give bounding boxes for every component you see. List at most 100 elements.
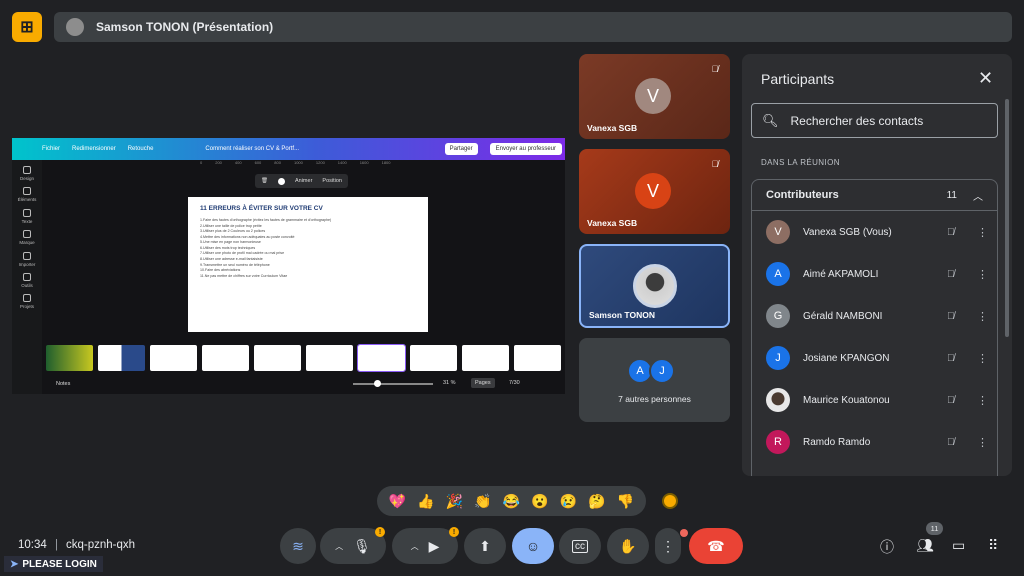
others-tile[interactable]: A J 7 autres personnes <box>579 338 730 422</box>
mic-icon[interactable]: 🎙 <box>353 538 371 555</box>
avatar <box>766 388 790 412</box>
participant-name: Gérald NAMBONI <box>803 310 883 322</box>
chevron-up-icon[interactable]: ︿ <box>335 541 343 552</box>
more-vert-icon[interactable]: ⋮ <box>977 352 988 365</box>
cast-icon: ≋ <box>292 537 304 554</box>
warning-icon: ! <box>449 527 459 537</box>
canva-ruler: 0 200 400 600 800 1000 1200 1400 1600 1800 <box>200 160 391 165</box>
presenter-bar[interactable]: Samson TONON (Présentation) <box>54 12 1012 42</box>
party-reaction[interactable]: 🎉 <box>446 493 463 510</box>
participant-row[interactable]: R Ramdo Ramdo 🎙̸ ⋮ <box>752 421 997 463</box>
slide-thumb <box>46 345 93 371</box>
mic-off-icon: 🎙̸ <box>947 352 955 364</box>
group-name: Contributeurs <box>766 189 839 201</box>
avatar: J <box>766 346 790 370</box>
warning-icon: ! <box>375 527 385 537</box>
mic-off-icon: 🎙̸ <box>947 226 955 238</box>
group-header[interactable]: Contributeurs 11 ︿ <box>752 180 997 211</box>
slide-thumb <box>306 345 353 371</box>
raise-hand-button[interactable]: ✋ <box>607 528 649 564</box>
contributors-group: Contributeurs 11 ︿ V Vanexa SGB (Vous) 🎙… <box>751 179 998 476</box>
close-icon[interactable]: ✕ <box>978 68 993 89</box>
people-icon[interactable]: 👥︎ <box>916 537 934 554</box>
chevron-up-icon[interactable]: ︿ <box>973 188 983 203</box>
canva-menu-file: Fichier <box>42 146 61 152</box>
more-vert-icon[interactable]: ⋮ <box>977 394 988 407</box>
surprised-reaction[interactable]: 😮 <box>531 493 548 510</box>
participant-row[interactable]: V Vanexa SGB (Vous) 🎙̸ ⋮ <box>752 211 997 253</box>
clap-reaction[interactable]: 👏 <box>474 493 491 510</box>
slide-thumb <box>150 345 197 371</box>
canva-pages: Pages <box>471 378 495 388</box>
slide-thumb <box>514 345 561 371</box>
participant-row[interactable]: Maurice Kouatonou 🎙̸ ⋮ <box>752 379 997 421</box>
captions-icon: cc <box>572 539 588 553</box>
presenter-tile[interactable]: Samson TONON <box>579 244 730 328</box>
sad-reaction[interactable]: 😢 <box>560 493 577 510</box>
people-count-badge: 11 <box>926 522 943 535</box>
emoji-button[interactable]: ☺ <box>512 528 554 564</box>
info-icon[interactable]: ⓘ <box>880 537 894 557</box>
thinking-reaction[interactable]: 🤔 <box>588 493 605 510</box>
camera-icon[interactable]: ▶ <box>429 538 440 555</box>
canva-bottom-bar: Notes 31 % Pages 7/30 <box>46 376 565 392</box>
slide-title: 11 ERREURS À ÉVITER SUR VOTRE CV <box>200 205 323 212</box>
laugh-reaction[interactable]: 😂 <box>503 493 520 510</box>
avatar: J <box>649 358 675 384</box>
canva-sidebar: Design Éléments Texte Marque Importer Ou… <box>12 160 42 394</box>
reactions-bar: 💖 👍 🎉 👏 😂 😮 😢 🤔 👎 <box>377 486 646 516</box>
more-vert-icon[interactable]: ⋮ <box>977 268 988 281</box>
avatar: V <box>766 220 790 244</box>
sparkling-heart-reaction[interactable]: 💖 <box>389 493 406 510</box>
chat-icon[interactable]: ▭ <box>952 537 965 554</box>
canva-page-count: 7/30 <box>509 380 520 386</box>
participant-name: Vanexa SGB (Vous) <box>803 226 892 238</box>
login-banner[interactable]: ➤ PLEASE LOGIN <box>4 556 103 572</box>
mic-off-icon: 🎙̸ <box>711 159 719 169</box>
zoom-percent: 31 % <box>443 380 456 386</box>
thumbs-down-reaction[interactable]: 👎 <box>617 493 634 510</box>
presenter-photo <box>633 264 677 308</box>
participant-row[interactable]: J Josiane KPANGON 🎙̸ ⋮ <box>752 337 997 379</box>
presenter-avatar <box>66 18 84 36</box>
thumbs-up-reaction[interactable]: 👍 <box>417 493 434 510</box>
participant-name: Josiane KPANGON <box>803 352 890 364</box>
meeting-code: ckq-pznh-qxh <box>66 539 136 551</box>
more-vert-icon[interactable]: ⋮ <box>977 436 988 449</box>
skin-tone-picker[interactable] <box>662 493 678 509</box>
hand-icon: ✋ <box>619 537 637 554</box>
canva-side-tools: Outils <box>12 272 42 288</box>
panel-scrollbar[interactable] <box>1005 99 1009 337</box>
search-input[interactable] <box>790 113 981 128</box>
color-dot <box>277 177 285 185</box>
leave-call-button[interactable]: ☎ <box>689 528 743 564</box>
search-box[interactable]: 🔍︎ <box>751 103 998 138</box>
notification-dot <box>680 529 688 537</box>
avatar: R <box>766 430 790 454</box>
end-call-icon: ☎ <box>707 537 725 554</box>
present-screen-icon: ⬆ <box>479 537 491 554</box>
canva-slide-tools: 🗑 Animer Position <box>255 174 348 188</box>
section-label: DANS LA RÉUNION <box>761 158 840 167</box>
chevron-up-icon[interactable]: ︿ <box>411 541 419 552</box>
emoji-icon: ☺ <box>525 538 541 554</box>
activities-icon[interactable]: ⠿ <box>988 537 998 554</box>
cast-button[interactable]: ≋ <box>280 528 316 564</box>
participants-panel: Participants ✕ 🔍︎ DANS LA RÉUNION Contri… <box>742 54 1012 476</box>
present-button[interactable]: ⬆ <box>464 528 506 564</box>
participant-row[interactable]: G Gérald NAMBONI 🎙̸ ⋮ <box>752 295 997 337</box>
participant-tile[interactable]: V 🎙̸ Vanexa SGB <box>579 54 730 139</box>
participant-row[interactable]: A Aimé AKPAMOLI 🎙̸ ⋮ <box>752 253 997 295</box>
canva-send-button: Envoyer au professeur <box>489 143 562 155</box>
canva-doc-title: Comment réaliser son CV & Portf... <box>205 146 300 152</box>
more-vert-icon[interactable]: ⋮ <box>977 226 988 239</box>
participant-tile[interactable]: V 🎙̸ Vanexa SGB <box>579 149 730 234</box>
canva-slide: 11 ERREURS À ÉVITER SUR VOTRE CV 1.Faire… <box>188 197 428 332</box>
mic-off-icon: 🎙̸ <box>947 436 955 448</box>
captions-button[interactable]: cc <box>559 528 601 564</box>
more-options-button[interactable]: ⋮ <box>655 528 681 564</box>
more-vert-icon[interactable]: ⋮ <box>977 310 988 323</box>
camera-group[interactable]: ︿ ▶ <box>392 528 458 564</box>
mic-off-icon: 🎙̸ <box>947 394 955 406</box>
shared-screen: Fichier Redimensionner Retouche Comment … <box>12 138 565 394</box>
